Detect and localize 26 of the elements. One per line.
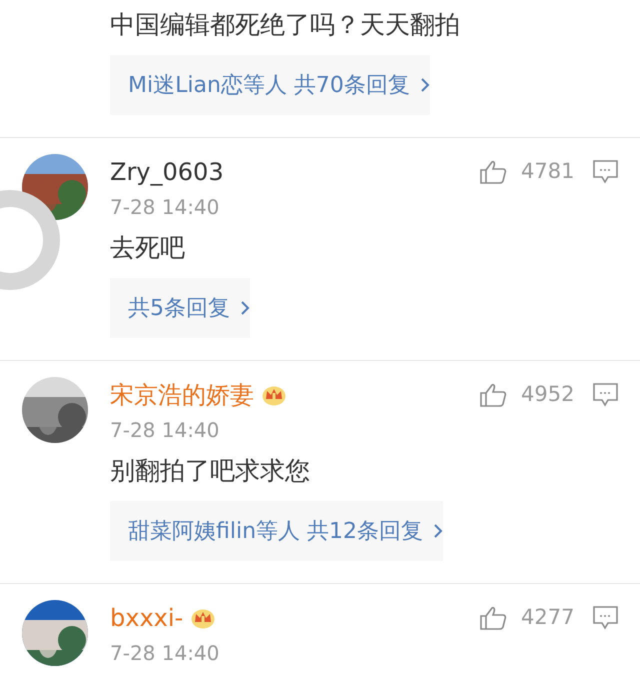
comment-icon[interactable] [593, 160, 618, 184]
thumbs-up-icon[interactable] [480, 606, 507, 630]
thumbs-up-icon[interactable] [480, 383, 507, 407]
comment-text: 别翻拍了吧求求您 [110, 455, 311, 487]
replies-link[interactable]: Mi迷Lian恋等人 共70条回复 [110, 55, 430, 115]
like-count: 4952 [521, 381, 576, 408]
like-count: 4277 [521, 604, 576, 632]
chevron-right-icon [433, 523, 444, 539]
comment-icon[interactable] [593, 606, 618, 630]
comment-time: 7-28 14:40 [110, 195, 220, 219]
username[interactable]: Zry_0603 [110, 158, 224, 186]
comment-icon[interactable] [593, 383, 618, 407]
username[interactable]: bxxxi- [110, 604, 184, 632]
comment-time: 7-28 14:40 [110, 641, 220, 665]
comment-text: 去死吧 [110, 232, 186, 264]
crown-badge-icon [262, 384, 286, 406]
comment-time: 7-28 14:40 [110, 418, 220, 442]
chevron-right-icon [240, 300, 250, 316]
like-count: 4781 [521, 158, 576, 186]
crown-badge-icon [191, 607, 216, 629]
comment-text: 中国编辑都死绝了吗？天天翻拍 [110, 9, 461, 41]
username[interactable]: 宋京浩的娇妻 [110, 381, 254, 409]
replies-link[interactable]: 共5条回复 [110, 278, 250, 338]
replies-link[interactable]: 甜菜阿姨filin等人 共12条回复 [110, 501, 444, 561]
chevron-right-icon [420, 77, 430, 93]
thumbs-up-icon[interactable] [480, 160, 507, 184]
